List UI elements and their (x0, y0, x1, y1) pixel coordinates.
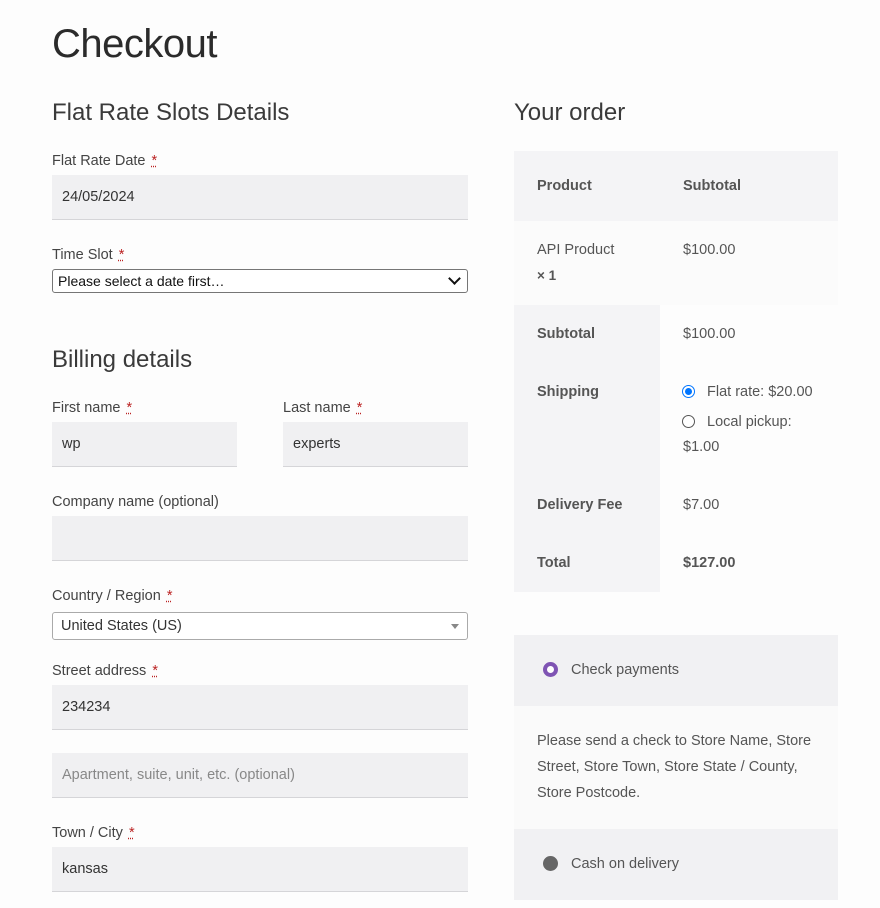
street-address-input[interactable]: 234234 (52, 685, 468, 730)
country-label: Country / Region * (52, 588, 173, 604)
street-address-label: Street address * (52, 663, 158, 679)
flat-rate-date-input[interactable]: 24/05/2024 (52, 175, 468, 220)
item-price: $100.00 (683, 242, 736, 258)
slots-section-title: Flat Rate Slots Details (52, 99, 290, 126)
item-name: API Product (537, 242, 615, 258)
town-city-input[interactable]: kansas (52, 847, 468, 892)
required-mark: * (126, 400, 133, 416)
first-name-input[interactable]: wp (52, 422, 237, 467)
total-value: $127.00 (683, 555, 736, 571)
delivery-fee-value: $7.00 (683, 497, 720, 513)
last-name-input[interactable]: experts (283, 422, 468, 467)
required-mark: * (166, 588, 173, 604)
billing-section-title: Billing details (52, 346, 193, 373)
check-description-line-2: Street, Store Town, Store State / County… (537, 759, 798, 775)
check-payments-radio[interactable] (543, 662, 558, 677)
subtotal-label: Subtotal (537, 326, 595, 342)
apartment-input[interactable]: Apartment, suite, unit, etc. (optional) (52, 753, 468, 798)
delivery-fee-label: Delivery Fee (537, 497, 623, 513)
item-quantity: × 1 (537, 268, 557, 283)
required-mark: * (128, 825, 135, 841)
country-select[interactable]: United States (US) (52, 612, 468, 640)
order-section-title: Your order (514, 99, 626, 126)
time-slot-label: Time Slot * (52, 247, 125, 263)
company-name-input[interactable] (52, 516, 468, 561)
last-name-label: Last name * (283, 400, 363, 416)
check-description-line-3: Store Postcode. (537, 785, 641, 801)
order-totals-label-column (514, 305, 660, 592)
time-slot-value: Please select a date first… (58, 273, 225, 289)
shipping-flat-rate-radio[interactable] (682, 385, 695, 398)
required-mark: * (356, 400, 363, 416)
cash-on-delivery-radio[interactable] (543, 856, 558, 871)
time-slot-select[interactable]: Please select a date first… (52, 269, 468, 293)
check-description-line-1: Please send a check to Store Name, Store (537, 733, 812, 749)
required-mark: * (118, 247, 125, 263)
shipping-label: Shipping (537, 384, 600, 400)
shipping-local-pickup-label[interactable]: Local pickup: (707, 414, 792, 430)
col-product-header: Product (537, 178, 592, 194)
required-mark: * (152, 663, 158, 679)
country-value: United States (US) (61, 618, 182, 634)
check-payments-label[interactable]: Check payments (571, 662, 679, 678)
total-label: Total (537, 555, 571, 571)
order-item-row (514, 221, 838, 305)
cash-on-delivery-label[interactable]: Cash on delivery (571, 856, 679, 872)
flat-rate-date-label: Flat Rate Date * (52, 153, 158, 169)
town-city-label: Town / City * (52, 825, 135, 841)
shipping-local-pickup-price: $1.00 (683, 439, 720, 455)
first-name-label: First name * (52, 400, 133, 416)
shipping-local-pickup-radio[interactable] (682, 415, 695, 428)
col-subtotal-header: Subtotal (683, 178, 741, 194)
page-title: Checkout (52, 22, 217, 66)
chevron-down-icon (448, 272, 461, 285)
dropdown-arrow-icon (451, 623, 459, 629)
shipping-flat-rate-label[interactable]: Flat rate: $20.00 (707, 384, 813, 400)
company-name-label: Company name (optional) (52, 494, 219, 510)
required-mark: * (151, 153, 158, 169)
subtotal-value: $100.00 (683, 326, 736, 342)
